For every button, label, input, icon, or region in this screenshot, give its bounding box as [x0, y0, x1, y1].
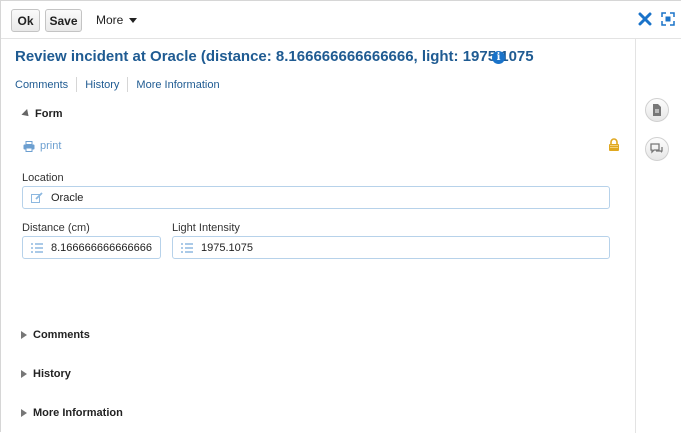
maximize-icon[interactable]	[661, 12, 675, 26]
printer-icon	[23, 140, 35, 152]
section-history-header[interactable]: History	[21, 368, 71, 380]
lock-icon	[609, 138, 619, 151]
toolbar: Ok Save More	[1, 1, 681, 39]
distance-label: Distance (cm)	[22, 222, 90, 234]
light-intensity-value: 1975.1075	[201, 241, 253, 254]
chevron-down-icon	[129, 17, 138, 23]
ok-button[interactable]: Ok	[11, 9, 40, 32]
page-title: Review incident at Oracle (distance: 8.1…	[15, 48, 534, 65]
more-menu[interactable]: More	[96, 13, 138, 27]
more-label: More	[96, 13, 124, 27]
divider	[127, 77, 129, 92]
edit-icon	[23, 191, 51, 204]
link-history[interactable]: History	[85, 79, 119, 91]
section-form-label: Form	[35, 108, 63, 120]
section-comments-header[interactable]: Comments	[21, 329, 90, 341]
print-link[interactable]: print	[23, 140, 61, 152]
task-window: Ok Save More Review incident at Oracle (…	[0, 0, 681, 433]
chat-icon[interactable]	[645, 137, 669, 161]
list-icon	[23, 242, 51, 253]
section-comments-label: Comments	[33, 329, 90, 341]
section-form-header[interactable]: Form	[21, 108, 63, 120]
link-comments[interactable]: Comments	[15, 79, 68, 91]
section-more-information-header[interactable]: More Information	[21, 407, 123, 419]
location-label: Location	[22, 172, 64, 184]
location-value: Oracle	[51, 191, 84, 204]
light-intensity-label: Light Intensity	[172, 222, 240, 234]
link-more-information[interactable]: More Information	[136, 79, 219, 91]
divider	[76, 77, 78, 92]
document-icon[interactable]	[645, 98, 669, 122]
expand-triangle-icon	[21, 409, 27, 417]
info-icon[interactable]: i	[492, 51, 505, 64]
close-icon[interactable]	[638, 12, 652, 26]
list-icon	[173, 242, 201, 253]
save-button[interactable]: Save	[45, 9, 82, 32]
print-label: print	[40, 140, 62, 152]
expand-triangle-icon	[21, 370, 27, 378]
right-rail-divider	[635, 39, 636, 433]
section-links: Comments History More Information	[15, 77, 220, 92]
distance-field[interactable]: 8.166666666666666	[22, 236, 161, 259]
collapse-triangle-icon	[21, 109, 32, 119]
location-field[interactable]: Oracle	[22, 186, 610, 209]
expand-triangle-icon	[21, 331, 27, 339]
light-intensity-field[interactable]: 1975.1075	[172, 236, 610, 259]
distance-value: 8.166666666666666	[51, 241, 152, 254]
section-more-information-label: More Information	[33, 407, 123, 419]
section-history-label: History	[33, 368, 71, 380]
